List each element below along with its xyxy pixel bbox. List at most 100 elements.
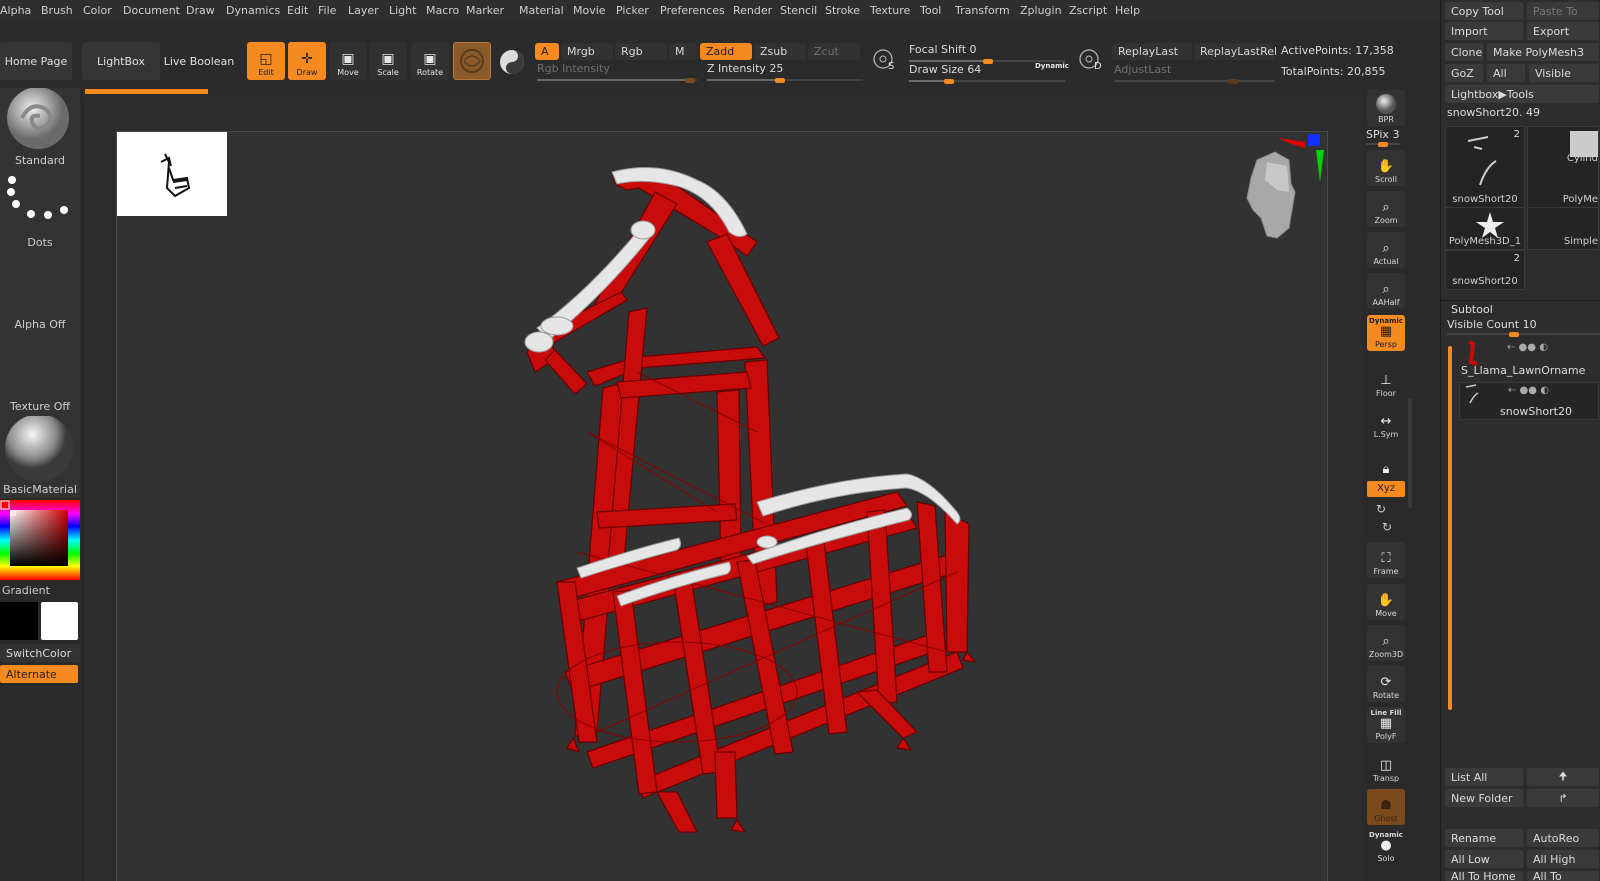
menu-stencil[interactable]: Stencil [780,4,817,17]
visible-count-slider[interactable]: Visible Count 10 [1447,318,1600,337]
subtool-item-snowshort20[interactable]: snowShort20 ⇠ ●● ◐ [1459,382,1599,420]
frame-button[interactable]: ⛶ Frame [1367,542,1405,578]
rename-button[interactable]: Rename [1445,829,1523,847]
m-toggle[interactable]: M [669,43,697,60]
rotate-y-icon[interactable]: ↻ [1376,502,1386,516]
scale-tool-button[interactable]: ▣ Scale [369,42,407,80]
zcut-toggle[interactable]: Zcut [808,43,860,60]
rotate-z-icon[interactable]: ↻ [1382,520,1392,534]
import-button[interactable]: Import [1445,22,1523,40]
menu-brush[interactable]: Brush [41,4,73,17]
menu-file[interactable]: File [318,4,336,17]
autoreorder-button[interactable]: AutoReo [1527,829,1599,847]
lsym-button[interactable]: ↔ L.Sym [1367,405,1405,441]
move-view-button[interactable]: ✋ Move [1367,584,1405,620]
replay-last-rel-button[interactable]: ReplayLastRel [1194,43,1277,60]
tool-thumb-snowshort20[interactable]: 2 snowShort20 [1445,126,1525,208]
xyz-button[interactable]: Xyz [1367,481,1405,497]
menu-marker[interactable]: Marker [466,4,504,17]
transp-button[interactable]: ◫ Transp [1367,749,1405,785]
secondary-color-swatch[interactable] [41,602,78,640]
bpr-button[interactable]: BPR [1367,90,1405,126]
menu-draw[interactable]: Draw [186,4,215,17]
clone-button[interactable]: Clone [1445,43,1483,61]
tool-thumb-simple[interactable]: Simple [1527,208,1599,250]
menu-movie[interactable]: Movie [573,4,606,17]
alternate-button[interactable]: Alternate [0,665,78,683]
llama-model[interactable] [524,167,976,833]
focal-shift-slider[interactable]: Focal Shift 0 [909,43,1065,64]
all-high-button[interactable]: All High [1527,850,1599,868]
all-to-button[interactable]: All To [1527,871,1599,881]
menu-zscript[interactable]: Zscript [1069,4,1107,17]
tool-thumb-snowshort20-2[interactable]: 2 snowShort20 [1445,250,1525,290]
home-page-button[interactable]: Home Page [0,42,72,80]
rgb-intensity-slider[interactable]: Rgb Intensity [537,62,697,83]
solo-button[interactable]: Dynamic ● Solo [1367,829,1405,865]
all-button[interactable]: All [1487,64,1525,82]
paste-tool-button[interactable]: Paste To [1527,2,1599,20]
rotate-view-button[interactable]: ⟳ Rotate [1367,666,1405,702]
floor-button[interactable]: ⊥ Floor [1367,364,1405,400]
menu-help[interactable]: Help [1115,4,1140,17]
draw-tool-button[interactable]: ✛ Draw [288,42,326,80]
subtool-item-llama[interactable]: S_Llama_LawnOrname ⇠ ●● ◐ [1459,340,1599,378]
zoom3d-button[interactable]: ⌕ Zoom3D [1367,625,1405,661]
dynamic-label[interactable]: Dynamic [1035,62,1069,70]
main-color-swatch[interactable] [0,602,38,640]
menu-tool[interactable]: Tool [920,4,941,17]
menu-document[interactable]: Document [123,4,180,17]
menu-material[interactable]: Material [519,4,564,17]
replay-last-button[interactable]: ReplayLast [1112,43,1192,60]
menu-zplugin[interactable]: Zplugin [1020,4,1062,17]
menu-picker[interactable]: Picker [616,4,649,17]
make-polymesh-button[interactable]: Make PolyMesh3 [1487,43,1599,61]
visible-button[interactable]: Visible [1529,64,1599,82]
menu-light[interactable]: Light [389,4,416,17]
export-button[interactable]: Export [1527,22,1599,40]
tool-thumb-cylinder[interactable]: Cylind PolyMe [1527,126,1599,208]
copy-tool-button[interactable]: Copy Tool [1445,2,1523,20]
subtool-toggle-icons[interactable]: ⇠ ●● ◐ [1508,385,1549,396]
color-picker[interactable] [0,500,80,580]
menu-transform[interactable]: Transform [955,4,1010,17]
right-shelf-scrollbar[interactable] [1408,398,1412,508]
menu-edit[interactable]: Edit [287,4,308,17]
orientation-gizmo[interactable] [1246,134,1324,239]
menu-dynamics[interactable]: Dynamics [226,4,280,17]
list-all-button[interactable]: List All [1445,768,1523,786]
spix-slider[interactable]: SPix 3 [1366,128,1400,147]
menu-layer[interactable]: Layer [348,4,379,17]
adjust-last-slider[interactable]: AdjustLast [1114,63,1274,84]
a-toggle[interactable]: A [535,43,559,60]
menu-render[interactable]: Render [733,4,772,17]
menu-preferences[interactable]: Preferences [660,4,725,17]
lazy-d-button[interactable]: D [1078,48,1104,74]
zsub-toggle[interactable]: Zsub [754,43,806,60]
all-low-button[interactable]: All Low [1445,850,1523,868]
zadd-toggle[interactable]: Zadd [700,43,752,60]
canvas[interactable] [116,131,1328,881]
ghost-button[interactable]: ☗ Ghost [1367,789,1405,825]
gradient-label[interactable]: Gradient [0,584,80,597]
standard-brush-toggle[interactable] [496,46,528,78]
move-down-button[interactable]: ↱ [1527,789,1599,807]
menu-texture[interactable]: Texture [870,4,910,17]
mrgb-toggle[interactable]: Mrgb [561,43,613,60]
menu-color[interactable]: Color [83,4,112,17]
move-up-button[interactable]: 🠉 [1527,768,1599,786]
subtool-header[interactable]: Subtool [1451,303,1493,316]
move-tool-button[interactable]: ▣ Move [329,42,367,80]
live-boolean-button[interactable]: Live Boolean [162,42,236,80]
lightbox-button[interactable]: LightBox [82,42,160,80]
tool-thumb-polymesh3d[interactable]: PolyMesh3D_1 [1445,208,1525,250]
polyf-button[interactable]: Line Fill ▦ PolyF [1367,707,1405,743]
zoom-button[interactable]: ⌕ Zoom [1367,191,1405,227]
persp-button[interactable]: Dynamic ▦ Persp [1367,315,1405,351]
actual-button[interactable]: ⌕ Actual [1367,232,1405,268]
switch-color-button[interactable]: SwitchColor [0,644,80,662]
aahalf-button[interactable]: ⌕ AAHalf [1367,273,1405,309]
rotate-tool-button[interactable]: ▣ Rotate [411,42,449,80]
subtool-toggle-icons[interactable]: ⇠ ●● ◐ [1507,342,1548,353]
all-to-home-button[interactable]: All To Home [1445,871,1523,881]
